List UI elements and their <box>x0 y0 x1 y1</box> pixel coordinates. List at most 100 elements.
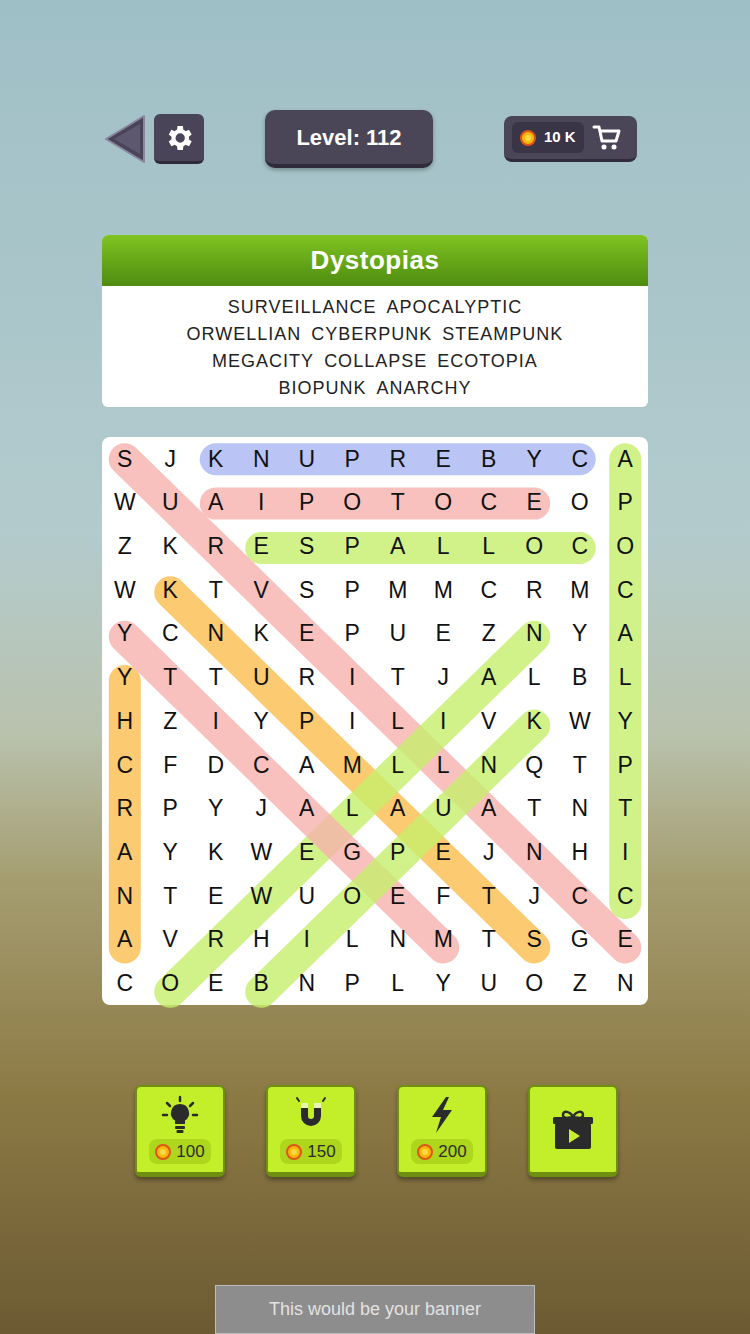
letter-cell[interactable]: W <box>557 699 603 743</box>
letter-cell[interactable]: N <box>603 961 649 1005</box>
letter-cell[interactable]: I <box>193 699 239 743</box>
letter-cell[interactable]: D <box>193 743 239 787</box>
letter-cell[interactable]: C <box>603 568 649 612</box>
letter-cell[interactable]: E <box>193 961 239 1005</box>
settings-button[interactable] <box>154 114 204 164</box>
letter-cell[interactable]: I <box>603 830 649 874</box>
letter-cell[interactable]: C <box>466 568 512 612</box>
letter-cell[interactable]: P <box>330 437 376 481</box>
letter-cell[interactable]: C <box>102 743 148 787</box>
letter-cell[interactable]: K <box>193 830 239 874</box>
letter-cell[interactable]: U <box>239 656 285 700</box>
cart-button[interactable] <box>592 124 622 152</box>
letter-cell[interactable]: L <box>375 743 421 787</box>
letter-cell[interactable]: I <box>330 656 376 700</box>
letter-cell[interactable]: P <box>330 525 376 569</box>
letter-cell[interactable]: O <box>148 961 194 1005</box>
letter-cell[interactable]: F <box>421 874 467 918</box>
letter-cell[interactable]: J <box>421 656 467 700</box>
letter-cell[interactable]: T <box>193 656 239 700</box>
letter-cell[interactable]: V <box>148 918 194 962</box>
letter-cell[interactable]: O <box>603 525 649 569</box>
letter-cell[interactable]: Y <box>148 830 194 874</box>
letter-cell[interactable]: E <box>239 525 285 569</box>
letter-cell[interactable]: K <box>239 612 285 656</box>
letter-cell[interactable]: W <box>239 874 285 918</box>
back-button[interactable] <box>104 114 146 164</box>
booster-button[interactable]: 200 <box>397 1085 487 1177</box>
ad-banner[interactable]: This would be your banner <box>215 1285 535 1334</box>
letter-cell[interactable]: J <box>239 787 285 831</box>
letter-cell[interactable]: C <box>557 874 603 918</box>
letter-cell[interactable]: N <box>193 612 239 656</box>
letter-cell[interactable]: A <box>193 481 239 525</box>
letter-cell[interactable]: R <box>102 787 148 831</box>
letter-cell[interactable]: H <box>239 918 285 962</box>
letter-cell[interactable]: J <box>466 830 512 874</box>
letter-cell[interactable]: I <box>239 481 285 525</box>
letter-cell[interactable]: W <box>102 568 148 612</box>
letter-cell[interactable]: H <box>102 699 148 743</box>
letter-cell[interactable]: T <box>148 874 194 918</box>
letter-cell[interactable]: Y <box>193 787 239 831</box>
letter-cell[interactable]: U <box>148 481 194 525</box>
letter-cell[interactable]: O <box>330 874 376 918</box>
letter-cell[interactable]: L <box>330 918 376 962</box>
letter-cell[interactable]: P <box>330 568 376 612</box>
letter-cell[interactable]: L <box>603 656 649 700</box>
letter-cell[interactable]: I <box>421 699 467 743</box>
letter-cell[interactable]: B <box>466 437 512 481</box>
letter-cell[interactable]: U <box>466 961 512 1005</box>
letter-cell[interactable]: K <box>512 699 558 743</box>
letter-cell[interactable]: U <box>284 437 330 481</box>
letter-cell[interactable]: U <box>284 874 330 918</box>
letter-cell[interactable]: Z <box>557 961 603 1005</box>
letter-cell[interactable]: Y <box>557 612 603 656</box>
letter-cell[interactable]: L <box>512 656 558 700</box>
letter-cell[interactable]: U <box>421 787 467 831</box>
letter-cell[interactable]: N <box>512 830 558 874</box>
booster-button[interactable]: 150 <box>266 1085 356 1177</box>
letter-cell[interactable]: E <box>193 874 239 918</box>
letter-cell[interactable]: W <box>102 481 148 525</box>
letter-cell[interactable]: N <box>284 961 330 1005</box>
letter-cell[interactable]: R <box>193 918 239 962</box>
letter-cell[interactable]: P <box>603 481 649 525</box>
letter-cell[interactable]: A <box>466 787 512 831</box>
letter-cell[interactable]: A <box>375 787 421 831</box>
letter-cell[interactable]: F <box>148 743 194 787</box>
letter-cell[interactable]: L <box>375 961 421 1005</box>
letter-cell[interactable]: Y <box>102 612 148 656</box>
letter-cell[interactable]: K <box>148 568 194 612</box>
letter-cell[interactable]: A <box>603 437 649 481</box>
letter-cell[interactable]: T <box>512 787 558 831</box>
letter-cell[interactable]: L <box>330 787 376 831</box>
letter-cell[interactable]: R <box>375 437 421 481</box>
letter-cell[interactable]: K <box>148 525 194 569</box>
letter-cell[interactable]: N <box>557 787 603 831</box>
letter-cell[interactable]: E <box>284 830 330 874</box>
letter-cell[interactable]: T <box>193 568 239 612</box>
letter-cell[interactable]: I <box>330 699 376 743</box>
letter-cell[interactable]: C <box>148 612 194 656</box>
letter-cell[interactable]: P <box>284 699 330 743</box>
letter-cell[interactable]: L <box>466 525 512 569</box>
letter-cell[interactable]: Y <box>102 656 148 700</box>
letter-cell[interactable]: P <box>284 481 330 525</box>
letter-cell[interactable]: T <box>557 743 603 787</box>
letter-cell[interactable]: C <box>603 874 649 918</box>
letter-cell[interactable]: Z <box>148 699 194 743</box>
letter-cell[interactable]: Z <box>102 525 148 569</box>
letter-cell[interactable]: E <box>284 612 330 656</box>
letter-cell[interactable]: P <box>148 787 194 831</box>
letter-cell[interactable]: S <box>512 918 558 962</box>
letter-cell[interactable]: W <box>239 830 285 874</box>
letter-cell[interactable]: A <box>284 743 330 787</box>
letter-cell[interactable]: T <box>375 481 421 525</box>
letter-cell[interactable]: M <box>421 568 467 612</box>
letter-cell[interactable]: T <box>466 874 512 918</box>
letter-cell[interactable]: T <box>148 656 194 700</box>
letter-cell[interactable]: C <box>102 961 148 1005</box>
letter-cell[interactable]: E <box>421 612 467 656</box>
letter-cell[interactable]: S <box>102 437 148 481</box>
